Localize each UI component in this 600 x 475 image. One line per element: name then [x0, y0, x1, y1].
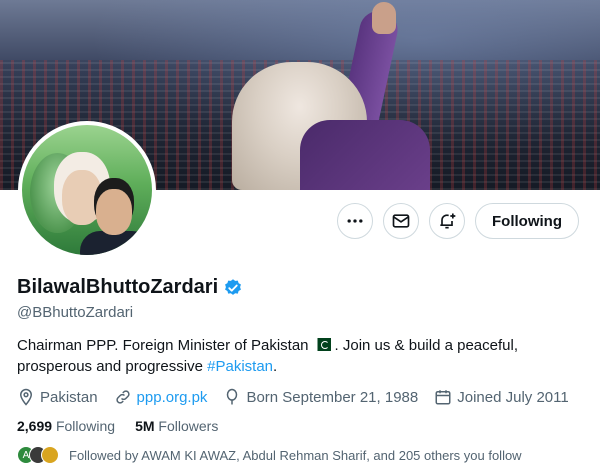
name-row: BilawalBhuttoZardari [17, 276, 587, 299]
joined-text: Joined July 2011 [457, 388, 569, 406]
avatar-suit [80, 231, 152, 255]
profile-avatar[interactable] [18, 121, 156, 259]
bio-text-end: . [273, 358, 278, 375]
display-name: BilawalBhuttoZardari [17, 276, 219, 298]
website-link[interactable]: ppp.org.pk [137, 389, 208, 406]
following-count: 2,699 [17, 418, 53, 434]
verified-badge-icon[interactable] [223, 278, 243, 298]
mutual-avatars: A [17, 446, 59, 464]
website-item: ppp.org.pk [114, 388, 208, 406]
avatar-portrait-right [96, 189, 132, 235]
more-icon [347, 219, 363, 223]
location-item: Pakistan [17, 388, 98, 406]
banner-hand [372, 2, 396, 34]
followed-by-text: Followed by AWAM KI AWAZ, Abdul Rehman S… [69, 447, 522, 463]
bio-text-1: Chairman PPP. Foreign Minister of Pakist… [17, 337, 309, 354]
followers-stat-link[interactable]: 5M Followers [135, 418, 218, 434]
followers-count: 5M [135, 418, 155, 434]
mutual-avatar [41, 446, 59, 464]
joined-item: Joined July 2011 [434, 388, 569, 406]
balloon-icon [227, 388, 238, 405]
profile-actions: Following [337, 203, 579, 239]
following-stat-link[interactable]: 2,699 Following [17, 418, 115, 434]
followers-you-know[interactable]: A Followed by AWAM KI AWAZ, Abdul Rehman… [17, 446, 587, 464]
birthday-text: Born September 21, 1988 [246, 388, 419, 406]
following-label: Following [55, 418, 116, 434]
location-text: Pakistan [40, 388, 98, 406]
bell-plus-icon [440, 213, 456, 229]
link-icon [115, 390, 130, 404]
profile-info: BilawalBhuttoZardari @BBhuttoZardari Cha… [17, 276, 587, 464]
bio: Chairman PPP. Foreign Minister of Pakist… [17, 335, 587, 377]
handle: @BBhuttoZardari [17, 304, 134, 321]
pakistan-flag-icon [312, 338, 331, 351]
following-button[interactable]: Following [475, 203, 579, 239]
notifications-button[interactable] [429, 203, 466, 239]
profile-meta: Pakistan ppp.org.pk Born September 21, 1… [17, 388, 587, 406]
bio-hashtag-link[interactable]: #Pakistan [207, 358, 273, 375]
birthday-item: Born September 21, 1988 [223, 388, 418, 406]
calendar-icon [435, 390, 451, 405]
banner-figure-dress [300, 120, 430, 190]
profile-stats: 2,699 Following 5M Followers [17, 418, 587, 434]
message-button[interactable] [383, 203, 420, 239]
followers-label: Followers [158, 418, 219, 434]
location-pin-icon [19, 388, 33, 406]
mail-icon [392, 214, 410, 228]
more-button[interactable] [337, 203, 374, 239]
